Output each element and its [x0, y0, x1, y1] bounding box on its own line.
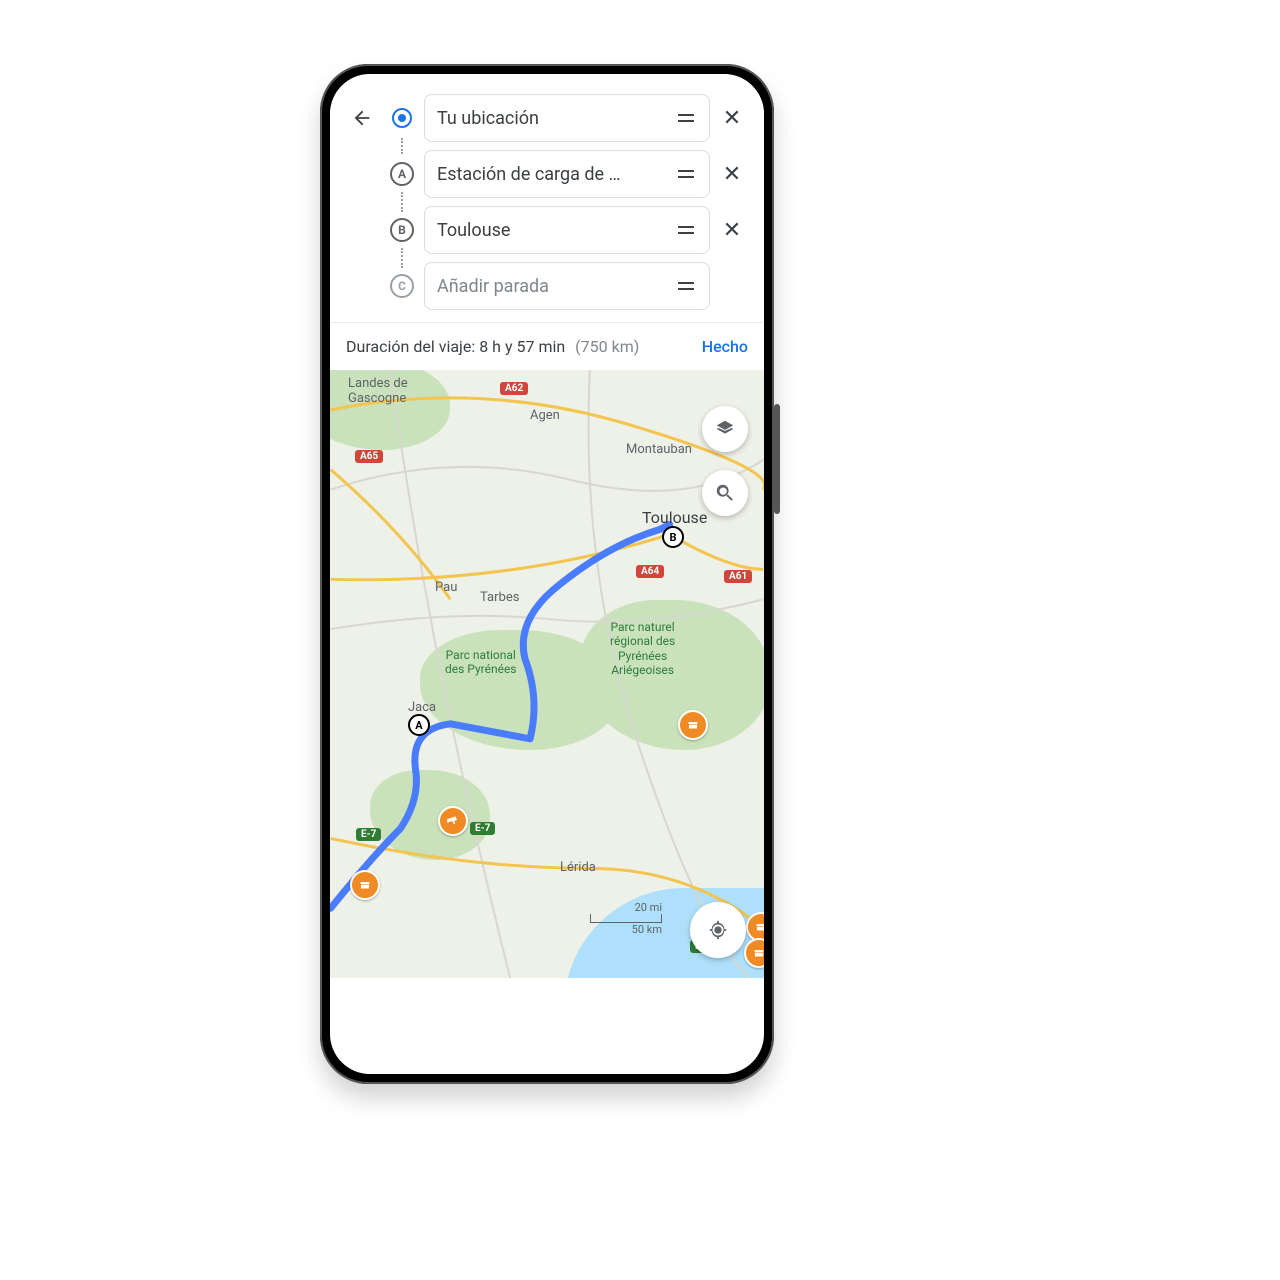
remove-stop-button[interactable]: ✕: [712, 210, 752, 250]
stop-node-b: B: [382, 218, 422, 242]
highway-shield: E-7: [470, 822, 495, 835]
stop-node-a: A: [382, 162, 422, 186]
waypoint-letter: C: [390, 274, 414, 298]
search-icon: [714, 482, 736, 504]
stop-label: Estación de carga de v…: [437, 164, 627, 185]
done-button[interactable]: Hecho: [702, 337, 748, 356]
route-marker-b[interactable]: B: [662, 526, 684, 548]
layers-button[interactable]: [702, 406, 748, 452]
close-icon: ✕: [723, 162, 741, 187]
remove-stop-button[interactable]: ✕: [712, 154, 752, 194]
stop-field-origin[interactable]: Tu ubicación: [424, 94, 710, 142]
connector-line: [401, 248, 403, 268]
park-label: Parc naturel régional des Pyrénées Ariég…: [610, 620, 675, 678]
highway-shield: A64: [636, 565, 664, 578]
stop-row-b: B Toulouse ✕: [342, 202, 752, 258]
map-label: Tarbes: [480, 590, 519, 605]
drag-handle-icon[interactable]: [675, 282, 697, 290]
stop-row-add: C Añadir parada: [342, 258, 752, 314]
poi-shop-icon[interactable]: [678, 710, 708, 740]
stop-label: Toulouse: [437, 220, 510, 241]
stop-row-a: A Estación de carga de v… ✕: [342, 146, 752, 202]
stop-node-c: C: [382, 274, 422, 298]
stop-field-a[interactable]: Estación de carga de v…: [424, 150, 710, 198]
arrow-back-icon: [351, 107, 373, 129]
route-panel: Tu ubicación ✕ A Estación de carga de v…: [330, 74, 764, 322]
connector-line: [401, 192, 403, 212]
map-label: Montauban: [626, 442, 692, 457]
map-scale: 20 mi 50 km: [590, 901, 662, 936]
add-stop-field[interactable]: Añadir parada: [424, 262, 710, 310]
stop-row-origin: Tu ubicación ✕: [342, 90, 752, 146]
map-roads: [330, 370, 764, 978]
poi-camera-icon[interactable]: [438, 806, 468, 836]
poi-shop-icon[interactable]: [350, 870, 380, 900]
phone-frame: Tu ubicación ✕ A Estación de carga de v…: [320, 64, 774, 1084]
connector-line: [401, 138, 403, 154]
drag-handle-icon[interactable]: [675, 226, 697, 234]
screen: Tu ubicación ✕ A Estación de carga de v…: [330, 74, 764, 1074]
stop-label: Tu ubicación: [437, 108, 539, 129]
layers-icon: [714, 418, 736, 440]
map-label: Toulouse: [642, 508, 707, 527]
close-icon: ✕: [723, 218, 741, 243]
map-label: Agen: [530, 408, 560, 423]
trip-duration: Duración del viaje: 8 h y 57 min (750 km…: [346, 337, 639, 356]
stop-field-b[interactable]: Toulouse: [424, 206, 710, 254]
highway-shield: A65: [355, 450, 383, 463]
map-canvas[interactable]: A62 A65 A64 A61 E-7 E-7 E-90 Landes de G…: [330, 370, 764, 978]
map-search-button[interactable]: [702, 470, 748, 516]
map-label: Jaca: [408, 700, 436, 715]
power-button: [774, 404, 780, 514]
park-label: Parc national des Pyrénées: [445, 648, 517, 677]
back-button[interactable]: [342, 98, 382, 138]
remove-stop-button[interactable]: ✕: [712, 98, 752, 138]
highway-shield: A62: [500, 382, 528, 395]
highway-shield: A61: [724, 570, 752, 583]
waypoint-letter: B: [390, 218, 414, 242]
my-location-button[interactable]: [690, 902, 746, 958]
highway-shield: E-7: [356, 828, 381, 841]
stop-node-origin: [382, 108, 422, 128]
map-label: Landes de Gascogne: [348, 376, 408, 406]
map-label: Pau: [435, 580, 457, 595]
drag-handle-icon[interactable]: [675, 170, 697, 178]
stop-label: Añadir parada: [437, 276, 549, 297]
map-label: Lérida: [560, 860, 596, 875]
close-icon: ✕: [723, 106, 741, 131]
waypoint-letter: A: [390, 162, 414, 186]
my-location-icon: [707, 919, 729, 941]
drag-handle-icon[interactable]: [675, 114, 697, 122]
route-marker-a[interactable]: A: [408, 714, 430, 736]
trip-summary-bar: Duración del viaje: 8 h y 57 min (750 km…: [330, 322, 764, 370]
origin-dot-icon: [392, 108, 412, 128]
